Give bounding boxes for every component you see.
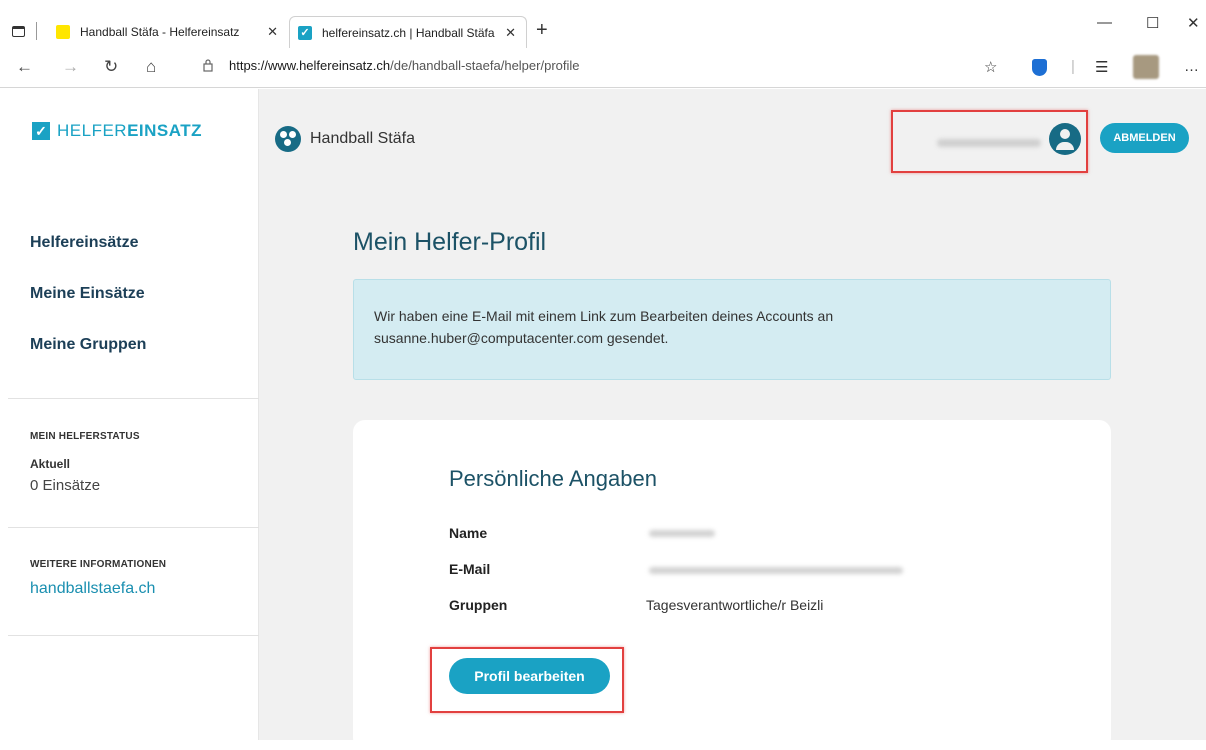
maximize-icon[interactable]: ☐ (1146, 14, 1159, 32)
tab-title: helfereinsatz.ch | Handball Stäfa (322, 25, 495, 40)
more-icon[interactable]: … (1184, 58, 1199, 75)
tab-actions-icon[interactable] (12, 26, 25, 37)
url-domain: https://www.helfereinsatz.ch (229, 58, 391, 73)
org-name: Handball Stäfa (310, 130, 415, 147)
email-value-blurred (649, 567, 903, 574)
reload-icon[interactable]: ↻ (104, 57, 118, 77)
close-window-icon[interactable]: ✕ (1187, 14, 1200, 32)
status-label: Aktuell (30, 457, 71, 471)
logo-check-icon: ✓ (32, 122, 50, 140)
info-line: susanne.huber@computacenter.com gesendet… (374, 330, 669, 346)
highlight-box (430, 647, 624, 713)
home-icon[interactable]: ⌂ (146, 57, 156, 77)
highlight-box (891, 110, 1088, 173)
profile-avatar-icon[interactable] (1133, 55, 1159, 79)
info-link[interactable]: handballstaefa.ch (30, 580, 155, 598)
sidebar-item-meine-einsaetze[interactable]: Meine Einsätze (30, 285, 145, 303)
url-field[interactable]: https://www.helfereinsatz.ch/de/handball… (229, 58, 580, 73)
favorite-add-icon[interactable]: ☆ (984, 58, 997, 76)
org-icon (275, 126, 301, 152)
tab-title: Handball Stäfa - Helfereinsatz (80, 25, 240, 39)
close-tab-icon[interactable]: ✕ (505, 25, 516, 41)
groups-value: Tagesverantwortliche/r Beizli (646, 597, 824, 613)
sidebar-item-meine-gruppen[interactable]: Meine Gruppen (30, 336, 146, 354)
sidebar-item-helfereinsaetze[interactable]: Helfereinsätze (30, 234, 139, 252)
org-header[interactable]: Handball Stäfa (275, 126, 415, 152)
logo-text: HELFEREINSATZ (57, 121, 202, 141)
extension-shield-icon[interactable] (1032, 59, 1047, 76)
logo-bold: EINSATZ (127, 121, 203, 140)
info-message: Wir haben eine E-Mail mit einem Link zum… (353, 279, 1111, 380)
address-bar: ← → ↻ ⌂ https://www.helfereinsatz.ch/de/… (0, 48, 1206, 88)
logout-button[interactable]: ABMELDEN (1100, 123, 1189, 153)
favicon-icon (56, 25, 70, 39)
card-title: Persönliche Angaben (449, 466, 657, 491)
forward-icon[interactable]: → (62, 57, 79, 77)
browser-tab-bar: Handball Stäfa - Helfereinsatz ✕ ✓ helfe… (0, 0, 1206, 48)
info-line: Wir haben eine E-Mail mit einem Link zum… (374, 308, 834, 324)
divider: | (1071, 58, 1075, 75)
status-heading: MEIN HELFERSTATUS (30, 431, 140, 442)
status-value: 0 Einsätze (30, 477, 101, 494)
name-label: Name (449, 525, 488, 541)
new-tab-icon[interactable]: + (536, 19, 548, 42)
divider (8, 635, 259, 636)
info-heading: WEITERE INFORMATIONEN (30, 559, 167, 570)
minimize-icon[interactable]: — (1097, 14, 1112, 31)
divider (8, 398, 259, 399)
name-value-blurred (649, 530, 715, 537)
sidebar: ✓ HELFEREINSATZ Helfereinsätze Meine Ein… (8, 89, 259, 740)
groups-label: Gruppen (449, 597, 508, 613)
divider (36, 22, 37, 40)
divider (8, 527, 259, 528)
browser-tab-2[interactable]: ✓ helfereinsatz.ch | Handball Stäfa ✕ (289, 16, 527, 48)
logo[interactable]: ✓ HELFEREINSATZ (32, 121, 202, 141)
back-icon[interactable]: ← (16, 57, 33, 77)
lock-icon[interactable] (203, 59, 213, 72)
favorites-icon[interactable]: ☰ (1095, 58, 1108, 76)
favicon-icon: ✓ (298, 25, 312, 40)
url-path: /de/handball-staefa/helper/profile (390, 58, 580, 73)
browser-tab-1[interactable]: Handball Stäfa - Helfereinsatz ✕ (48, 16, 288, 48)
page-title: Mein Helfer-Profil (353, 228, 547, 256)
logo-light: HELFER (57, 121, 128, 140)
email-label: E-Mail (449, 561, 491, 577)
close-tab-icon[interactable]: ✕ (267, 24, 278, 40)
